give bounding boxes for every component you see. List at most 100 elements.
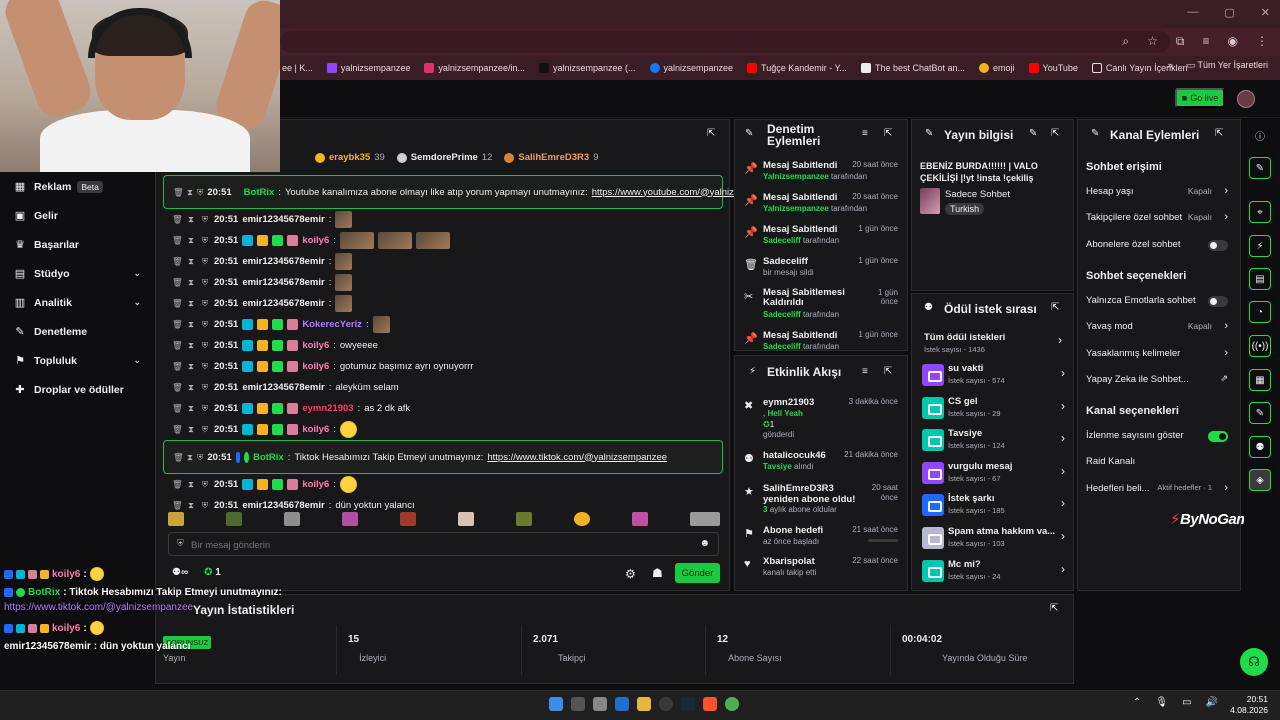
delete-icon[interactable]: 🗑 [173,452,184,463]
chat-message[interactable]: 🗑 ⧗ ⛨ 20:51 koily6: [163,230,723,251]
ban-icon[interactable]: ⛨ [200,361,210,372]
message-username[interactable]: koily6 [302,479,329,490]
banned-words-row[interactable]: Yasaklanmış kelimeler › [1086,347,1230,364]
emote[interactable] [574,512,590,526]
chat-message[interactable]: 🗑 ⧗ ⛨ 20:51 emir12345678emir: [163,272,723,293]
chat-message[interactable]: 🗑 ⧗ ⛨ 20:51 emir12345678emir: [163,209,723,230]
bookmark-item[interactable]: ee | K... [282,63,313,73]
message-username[interactable]: emir12345678emir [242,214,324,225]
ban-icon[interactable]: ⛨ [200,340,210,351]
ban-icon[interactable]: ⛨ [200,235,210,246]
timeout-icon[interactable]: ⧗ [187,452,193,463]
popout-icon[interactable]: ⇱ [1215,128,1223,139]
chat-message[interactable]: 🗑 ⧗ ⛨ 20:51 eymn21903: as 2 dk afk [163,398,723,419]
raid-channel-row[interactable]: Raid Kanalı [1086,456,1230,472]
ban-icon[interactable]: ⛨ [200,382,210,393]
delete-icon[interactable]: 🗑 [172,256,183,267]
chat-message[interactable]: 🗑 ⧗ ⛨ 20:51 koily6: [163,419,723,440]
message-username[interactable]: emir12345678emir [242,298,324,309]
star-icon[interactable]: ☆ [1147,34,1158,49]
emote[interactable] [516,512,532,526]
close-icon[interactable]: ✕ [1261,6,1270,19]
ban-icon[interactable]: ⛨ [200,256,210,267]
channel-points[interactable]: ✪ 1 [204,567,221,578]
url-field[interactable] [280,31,1170,53]
emote-only-toggle[interactable] [1208,296,1228,307]
viewer-list-icon[interactable]: ⚉∞ [172,567,188,578]
chat-bubble-icon[interactable]: ◔ [1249,301,1271,323]
minimize-icon[interactable]: — [1187,6,1198,19]
timeout-icon[interactable]: ⧗ [186,479,196,490]
message-username[interactable]: koily6 [302,340,329,351]
timeout-icon[interactable]: ⧗ [186,361,196,372]
chat-input[interactable] [191,537,671,553]
leaderboard-entry[interactable]: SalihEmreD3R3 9 [504,152,598,163]
lightning-icon[interactable]: ⚡ [1249,235,1271,257]
community-icon[interactable]: ☗ [652,566,663,580]
chat-message[interactable]: 🗑 ⧗ ⛨ 20:51 emir12345678emir: aleyküm selam [163,377,723,398]
all-bookmarks[interactable]: ▭ Tüm Yer İşaretleri [1187,60,1268,71]
maximize-icon[interactable]: ▢ [1224,6,1234,19]
ban-icon[interactable]: ⛨ [200,424,210,435]
sidebar-item-revenue[interactable]: ▣ Gelir [0,201,155,230]
message-username[interactable]: KokerecYeriz [302,319,362,330]
goals-row[interactable]: Hedefleri beli... Aktif hedefler · 1 › [1086,482,1230,499]
sidebar-item-drops[interactable]: ✚ Droplar ve ödüller [0,375,155,404]
app-icon[interactable] [659,697,673,711]
menu-icon[interactable]: ⋮ [1256,34,1268,49]
message-username[interactable]: koily6 [302,424,329,435]
account-age-row[interactable]: Hesap yaşı Kapalı › [1086,185,1230,202]
timeout-icon[interactable]: ⧗ [186,340,196,351]
ban-icon[interactable]: ⛨ [200,214,210,225]
delete-icon[interactable]: 🗑 [173,187,184,198]
popout-icon[interactable]: ⇱ [884,366,892,377]
timeout-icon[interactable]: ⧗ [186,424,196,435]
monitor-icon[interactable]: ▭ [1182,697,1191,708]
message-username[interactable]: koily6 [302,361,329,372]
mod-action-row[interactable]: ✂ Mesaj Sabitlemesi Kaldırıldı Sadeceliff … [738,288,904,320]
focus-icon[interactable]: ⌖ [1249,201,1271,223]
message-username[interactable]: koily6 [302,235,329,246]
timeout-icon[interactable]: ⧗ [186,235,196,246]
chat-message[interactable]: 🗑 ⧗ ⛨ 20:51 emir12345678emir: [163,293,723,314]
mod-action-row[interactable]: 📌 Mesaj Sabitlendi Yalnizsempanzee tarafın… [738,160,904,192]
ai-chat-row[interactable]: Yapay Zeka ile Sohbet... ⇗ [1086,373,1230,390]
edit-icon[interactable]: ✎ [1249,157,1271,179]
timeout-icon[interactable]: ⧗ [186,403,196,414]
send-button[interactable]: Gönder [675,563,720,583]
message-username[interactable]: eymn21903 [302,403,353,414]
brave-icon[interactable] [703,697,717,711]
leaderboard-entry[interactable]: SemdorePrime 12 [396,152,492,163]
emote[interactable] [400,512,416,526]
ban-icon[interactable]: ⛨ [197,452,203,463]
bookmark-item[interactable]: Tuğçe Kandemir - Y... [747,63,847,73]
edit-icon[interactable]: ✎ [1029,128,1037,139]
bookmark-item[interactable]: emoji [979,63,1015,73]
message-username[interactable]: emir12345678emir [242,256,324,267]
windows-start-icon[interactable] [549,697,563,711]
help-icon[interactable]: ☊ [1240,648,1268,676]
message-username[interactable]: emir12345678emir [242,382,324,393]
delete-icon[interactable]: 🗑 [172,298,183,309]
message-username[interactable]: BotRix [253,452,284,463]
delete-icon[interactable]: 🗑 [172,361,183,372]
delete-icon[interactable]: 🗑 [172,214,183,225]
chrome-icon[interactable] [725,697,739,711]
mic-icon[interactable]: 🎙 [1155,697,1168,708]
sidebar-item-studio[interactable]: ▤ Stüdyo ⌄ [0,259,155,288]
delete-icon[interactable]: 🗑 [172,424,183,435]
bookmark-item[interactable]: yalnizsempanzee (... [538,63,636,73]
zoom-icon[interactable]: ⌕ [1122,34,1129,49]
reward-item[interactable]: İstek şarkı İstek sayısı - 185 › [922,491,1067,521]
emote[interactable] [458,512,474,526]
timeout-icon[interactable]: ⧗ [186,298,196,309]
filter-icon[interactable]: ≡ [862,366,868,377]
marker-icon[interactable]: ▦ [1249,369,1271,391]
delete-icon[interactable]: 🗑 [172,403,183,414]
message-username[interactable]: BotRix [244,187,275,198]
sidebar-item-community[interactable]: ⚑ Topluluk ⌄ [0,346,155,375]
taskview-icon[interactable] [571,697,585,711]
reward-item[interactable]: Tavsiye İstek sayısı - 124 › [922,426,1067,456]
chat-message[interactable]: 🗑 ⧗ ⛨ 20:51 emir12345678emir: [163,251,723,272]
reward-item[interactable]: Mc mi? İstek sayısı - 24 › [922,557,1067,587]
